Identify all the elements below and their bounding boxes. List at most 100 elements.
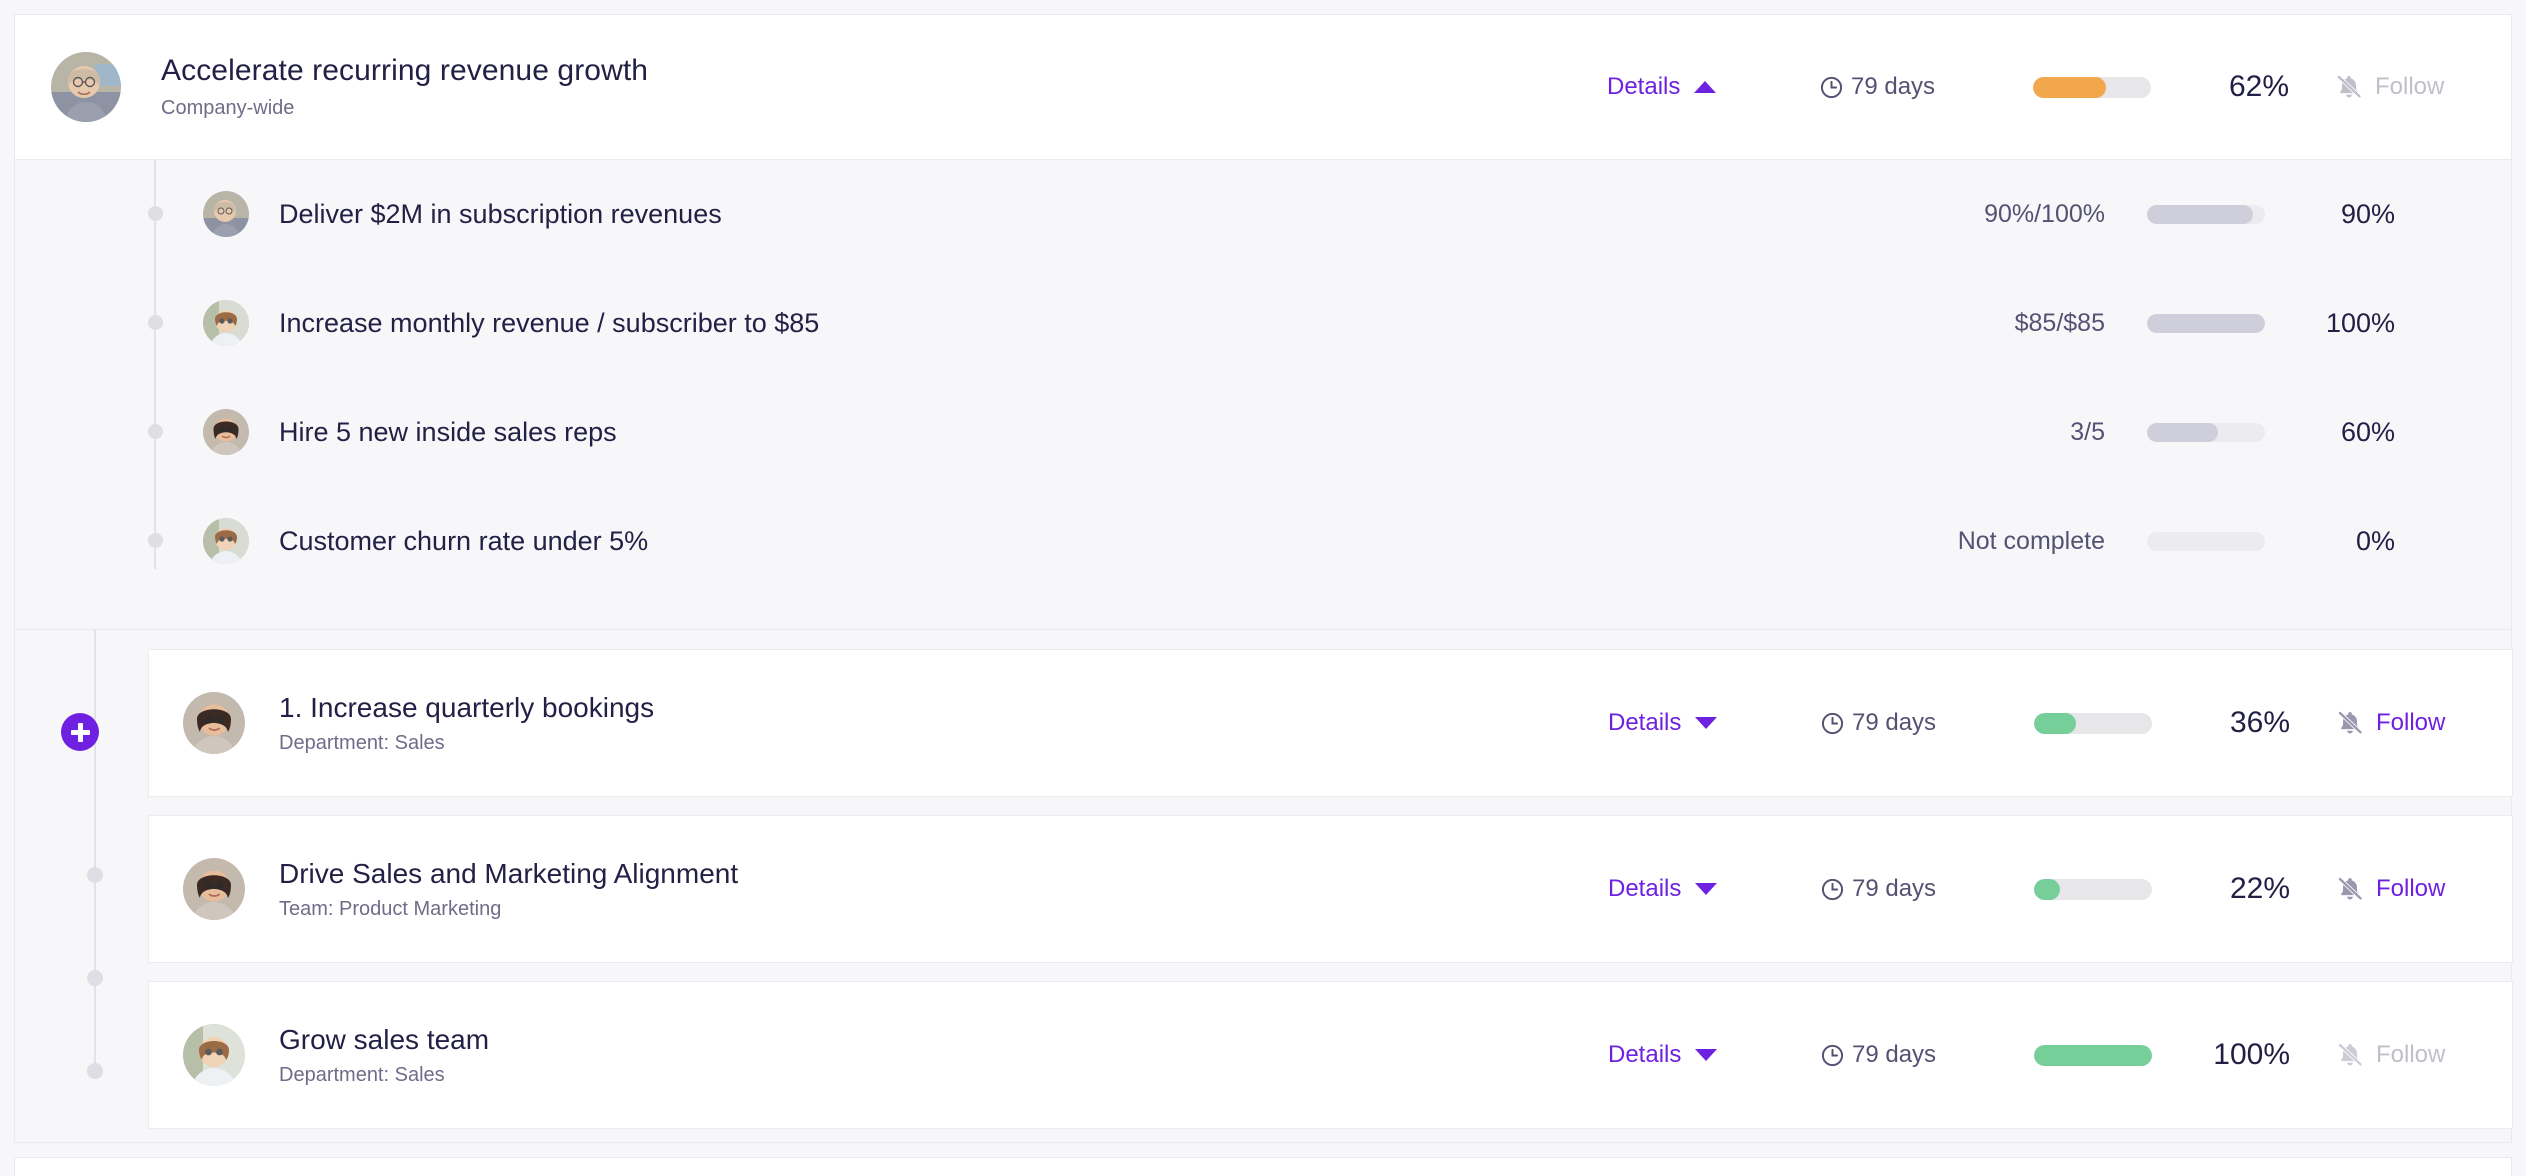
- child-objective-title: 1. Increase quarterly bookings: [279, 691, 655, 723]
- key-result-title: Customer churn rate under 5%: [279, 525, 649, 556]
- details-toggle[interactable]: Details: [1607, 73, 1757, 101]
- key-result-value: Not complete: [1957, 526, 2105, 555]
- progress-bar: [2034, 712, 2152, 734]
- follow-button[interactable]: Follow: [2336, 709, 2512, 737]
- chevron-down-icon: [1695, 883, 1718, 895]
- progress-percent-label: 22%: [2229, 872, 2290, 905]
- days-remaining: 79 days: [1820, 709, 1998, 737]
- page-title: Accelerate recurring revenue growth: [161, 54, 649, 87]
- child-objective-title: Grow sales team: [279, 1023, 490, 1055]
- progress-bar-fill: [2033, 76, 2107, 98]
- avatar: [183, 1024, 245, 1086]
- clock-icon: [1820, 76, 1843, 98]
- follow-button[interactable]: Follow: [2336, 875, 2512, 903]
- child-objective-card[interactable]: Drive Sales and Marketing Alignment Team…: [148, 815, 2513, 963]
- tree-node-dot: [148, 424, 163, 439]
- child-title-block: Drive Sales and Marketing Alignment Team…: [279, 858, 738, 921]
- clock-icon: [1821, 878, 1844, 900]
- key-result-row[interactable]: Increase monthly revenue / subscriber to…: [15, 269, 2511, 377]
- progress-bar-fill: [2147, 204, 2254, 224]
- tree-node-dot: [87, 867, 103, 883]
- key-result-value: 3/5: [2070, 417, 2105, 446]
- key-results-panel: Deliver $2M in subscription revenues 90%…: [14, 160, 2512, 630]
- bell-slash-icon: [2337, 710, 2363, 735]
- tree-node-dot: [148, 533, 163, 548]
- progress-bar: [2147, 313, 2265, 333]
- avatar: [203, 518, 249, 564]
- objective-scope-label: Company-wide: [161, 97, 295, 119]
- tree-node-dot: [148, 206, 163, 221]
- key-result-title: Hire 5 new inside sales reps: [279, 416, 617, 447]
- key-result-row[interactable]: Deliver $2M in subscription revenues 90%…: [15, 160, 2511, 268]
- bell-slash-icon: [2337, 876, 2363, 901]
- key-result-title: Deliver $2M in subscription revenues: [279, 198, 722, 229]
- okr-tree-page: Accelerate recurring revenue growth Comp…: [0, 0, 2526, 1176]
- progress-percent-label: 100%: [2213, 1038, 2290, 1071]
- child-title-block: 1. Increase quarterly bookings Departmen…: [279, 692, 654, 755]
- child-controls: Details 79 days 22% Follow: [1608, 872, 2512, 906]
- details-toggle[interactable]: Details: [1608, 875, 1758, 903]
- bell-slash-icon: [2337, 1042, 2363, 1067]
- next-objective-card-peek[interactable]: [14, 1157, 2512, 1176]
- chevron-down-icon: [1695, 717, 1718, 729]
- follow-button[interactable]: Follow: [2335, 73, 2511, 101]
- days-remaining: 79 days: [1820, 875, 1998, 903]
- tree-node-dot: [87, 970, 103, 986]
- follow-label: Follow: [2376, 1041, 2446, 1068]
- follow-button[interactable]: Follow: [2336, 1041, 2512, 1069]
- progress-bar: [2034, 1044, 2152, 1066]
- objective-controls: Details 79 days 62% Follow: [1607, 70, 2511, 104]
- tree-node-dot: [148, 315, 163, 330]
- key-result-value: 90%/100%: [1984, 199, 2105, 228]
- progress-percent-label: 90%: [2340, 198, 2395, 229]
- details-label: Details: [1608, 1041, 1682, 1068]
- avatar: [51, 52, 121, 122]
- progress-bar: [2034, 878, 2152, 900]
- child-tree-rail: [94, 630, 96, 1070]
- tree-node-dot: [87, 1063, 103, 1079]
- avatar: [183, 858, 245, 920]
- progress-bar-fill: [2147, 422, 2218, 442]
- progress-percent-label: 62%: [2228, 70, 2289, 103]
- progress-bar-fill: [2034, 712, 2077, 734]
- objective-title-block: Accelerate recurring revenue growth Comp…: [161, 54, 648, 120]
- progress-percent-label: 100%: [2325, 307, 2395, 338]
- progress-percent-label: 60%: [2340, 416, 2395, 447]
- follow-label: Follow: [2375, 73, 2445, 100]
- progress-bar: [2033, 76, 2151, 98]
- avatar: [203, 300, 249, 346]
- bell-slash-icon: [2336, 74, 2362, 99]
- add-child-objective-button[interactable]: [61, 713, 99, 751]
- days-label: 79 days: [1852, 709, 1937, 736]
- child-objective-scope: Department: Sales: [279, 1063, 445, 1086]
- details-label: Details: [1608, 875, 1682, 902]
- days-remaining: 79 days: [1819, 73, 1997, 101]
- key-result-row[interactable]: Customer churn rate under 5% Not complet…: [15, 487, 2511, 595]
- child-title-block: Grow sales team Department: Sales: [279, 1024, 489, 1087]
- avatar: [183, 692, 245, 754]
- objective-header-card[interactable]: Accelerate recurring revenue growth Comp…: [14, 14, 2512, 160]
- chevron-up-icon: [1694, 81, 1717, 93]
- days-remaining: 79 days: [1820, 1041, 1998, 1069]
- avatar: [203, 409, 249, 455]
- details-label: Details: [1607, 73, 1681, 100]
- follow-label: Follow: [2376, 875, 2446, 902]
- progress-bar-fill: [2034, 878, 2060, 900]
- progress-bar: [2147, 422, 2265, 442]
- child-objective-scope: Team: Product Marketing: [279, 897, 502, 920]
- chevron-down-icon: [1695, 1049, 1718, 1061]
- progress-bar-fill: [2147, 313, 2265, 333]
- key-result-row[interactable]: Hire 5 new inside sales reps 3/5 60%: [15, 378, 2511, 486]
- avatar: [203, 191, 249, 237]
- progress-percent-label: 0%: [2355, 525, 2395, 556]
- child-objective-card[interactable]: Grow sales team Department: Sales Detail…: [148, 981, 2513, 1129]
- child-controls: Details 79 days 100% Follow: [1608, 1038, 2512, 1072]
- progress-percent-label: 36%: [2229, 706, 2290, 739]
- child-objective-card[interactable]: 1. Increase quarterly bookings Departmen…: [148, 649, 2513, 797]
- details-toggle[interactable]: Details: [1608, 709, 1758, 737]
- clock-icon: [1821, 712, 1844, 734]
- follow-label: Follow: [2376, 709, 2446, 736]
- details-toggle[interactable]: Details: [1608, 1041, 1758, 1069]
- days-label: 79 days: [1852, 1041, 1937, 1068]
- days-label: 79 days: [1852, 875, 1937, 902]
